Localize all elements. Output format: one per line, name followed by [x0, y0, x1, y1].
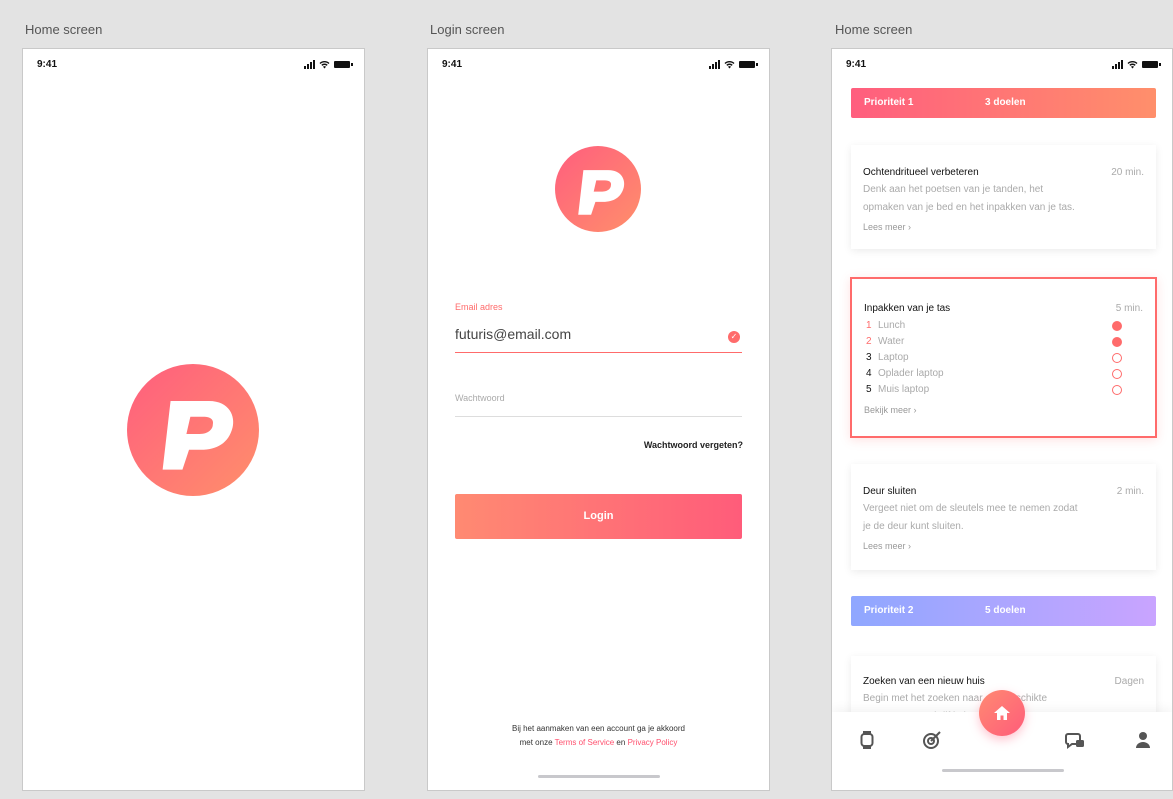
checkbox-empty-icon[interactable]: [1112, 353, 1122, 363]
goal-description-line: Denk aan het poetsen van je tanden, het: [863, 184, 1044, 195]
app-logo: [127, 364, 259, 496]
goal-card[interactable]: Ochtendritueel verbeteren 20 min. Denk a…: [851, 145, 1156, 249]
item-number: 4: [866, 368, 872, 379]
terms-line-1: Bij het aanmaken van een account ga je a…: [511, 724, 685, 733]
terms-line-2: met onze Terms of Service en Privacy Pol…: [428, 736, 769, 750]
password-field[interactable]: Wachtwoord: [455, 393, 505, 403]
item-label: Laptop: [878, 352, 909, 363]
artboard-label-home: Home screen: [835, 22, 913, 37]
privacy-policy-link[interactable]: Privacy Policy: [628, 738, 678, 747]
checklist-item[interactable]: 2 Water: [866, 336, 904, 352]
goal-title: Deur sluiten: [863, 486, 917, 497]
p-logo-icon: [578, 170, 625, 215]
item-number: 5: [866, 384, 872, 395]
wifi-icon: [1127, 61, 1138, 69]
wifi-icon: [724, 61, 735, 69]
checkbox-empty-icon[interactable]: [1112, 369, 1122, 379]
checklist-item[interactable]: 3 Laptop: [866, 352, 909, 368]
email-underline: [455, 352, 742, 353]
wifi-icon: [319, 61, 330, 69]
status-bar: 9:41: [37, 59, 353, 73]
signal-icon: [709, 60, 720, 69]
target-icon[interactable]: [922, 730, 942, 750]
checkbox-checked-icon[interactable]: [1112, 337, 1122, 347]
item-number: 2: [866, 336, 872, 347]
read-more-link[interactable]: Lees meer ›: [863, 222, 911, 232]
goal-title: Zoeken van een nieuw huis: [863, 676, 985, 687]
read-more-link[interactable]: Lees meer ›: [863, 541, 911, 551]
priority-2-label: Prioriteit 2: [864, 605, 914, 616]
goal-title: Inpakken van je tas: [864, 303, 951, 314]
battery-icon: [739, 61, 758, 68]
home-fab-button[interactable]: [979, 690, 1025, 736]
goal-description-line: je de deur kunt sluiten.: [863, 521, 964, 532]
item-label: Oplader laptop: [878, 368, 944, 379]
artboard-label-splash: Home screen: [25, 22, 103, 37]
p-logo-icon: [162, 400, 234, 470]
status-bar: 9:41: [442, 59, 758, 73]
goal-duration: 2 min.: [1116, 486, 1144, 497]
item-label: Lunch: [878, 320, 906, 331]
user-icon[interactable]: [1133, 730, 1153, 750]
status-time: 9:41: [37, 59, 58, 70]
battery-icon: [334, 61, 353, 68]
goal-description-line: opmaken van je bed en het inpakken van j…: [863, 202, 1075, 213]
check-icon: ✓: [728, 331, 740, 343]
home-screen: 9:41 Prioriteit 1 3 doelen Ochtendrituee…: [831, 48, 1173, 791]
item-number: 3: [866, 352, 872, 363]
status-time: 9:41: [846, 59, 867, 70]
item-label: Water: [878, 336, 905, 347]
goal-title: Ochtendritueel verbeteren: [863, 167, 979, 178]
item-number: 1: [866, 320, 872, 331]
terms-of-service-link[interactable]: Terms of Service: [555, 738, 615, 747]
email-field[interactable]: futuris@email.com: [455, 326, 571, 342]
priority-2-count: 5 doelen: [985, 605, 1026, 616]
forgot-password-link[interactable]: Wachtwoord vergeten?: [644, 440, 743, 450]
goal-duration: Dagen: [1114, 676, 1144, 687]
signal-icon: [1112, 60, 1123, 69]
terms-text: Bij het aanmaken van een account ga je a…: [428, 722, 769, 750]
status-bar: 9:41: [846, 59, 1161, 73]
checklist-item[interactable]: 5 Muis laptop: [866, 384, 929, 400]
checkbox-empty-icon[interactable]: [1112, 385, 1122, 395]
goal-description: Vergeet niet om de sleutels mee te nemen…: [863, 500, 1078, 536]
goal-card[interactable]: Deur sluiten 2 min. Vergeet niet om de s…: [851, 464, 1156, 570]
terms-and: en: [616, 738, 626, 747]
goal-duration: 20 min.: [1111, 167, 1144, 178]
home-icon: [994, 706, 1010, 720]
chat-icon[interactable]: [1065, 730, 1085, 750]
tab-bar: [832, 690, 1172, 790]
priority-1-count: 3 doelen: [985, 97, 1026, 108]
terms-prefix: met onze: [519, 738, 553, 747]
watch-icon[interactable]: [857, 730, 877, 750]
checklist-item[interactable]: 4 Oplader laptop: [866, 368, 944, 384]
artboard-label-login: Login screen: [430, 22, 505, 37]
show-more-link[interactable]: Bekijk meer ›: [864, 405, 917, 415]
home-indicator: [538, 775, 660, 778]
home-indicator: [942, 769, 1064, 772]
priority-1-label: Prioriteit 1: [864, 97, 914, 108]
battery-icon: [1142, 61, 1161, 68]
checkbox-checked-icon[interactable]: [1112, 321, 1122, 331]
priority-2-header[interactable]: Prioriteit 2 5 doelen: [851, 596, 1156, 626]
signal-icon: [304, 60, 315, 69]
goal-duration: 5 min.: [1115, 303, 1143, 314]
priority-1-header[interactable]: Prioriteit 1 3 doelen: [851, 88, 1156, 118]
status-time: 9:41: [442, 59, 463, 70]
checklist-item[interactable]: 1 Lunch: [866, 320, 905, 336]
login-screen: 9:41 Email adres futuris@email.com ✓ Wac…: [427, 48, 770, 791]
email-label: Email adres: [455, 302, 503, 312]
item-label: Muis laptop: [878, 384, 930, 395]
app-logo: [555, 146, 641, 232]
goal-description-line: Vergeet niet om de sleutels mee te nemen…: [863, 503, 1078, 514]
password-underline: [455, 416, 742, 417]
login-button[interactable]: Login: [455, 494, 742, 539]
splash-screen: 9:41: [22, 48, 365, 791]
goal-description: Denk aan het poetsen van je tanden, het …: [863, 181, 1075, 217]
goal-card-active[interactable]: Inpakken van je tas 5 min. 1 Lunch 2 Water…: [850, 277, 1157, 438]
